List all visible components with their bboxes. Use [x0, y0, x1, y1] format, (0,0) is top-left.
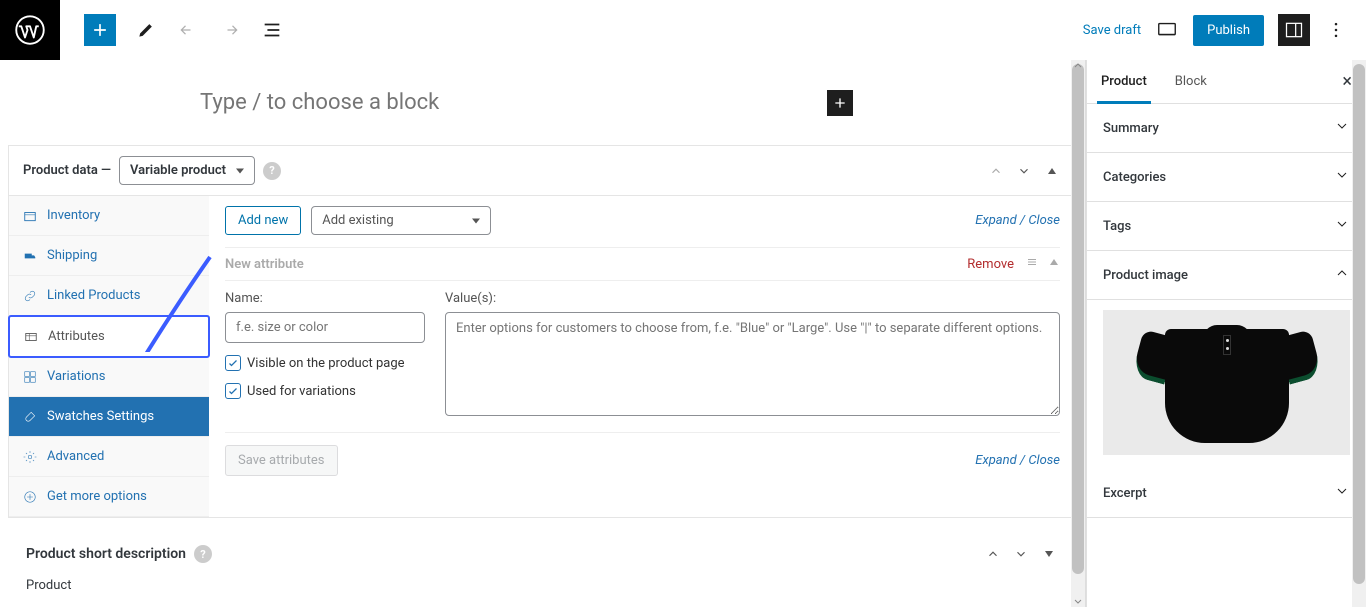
metabox-toggle-icon[interactable]: [1039, 544, 1059, 564]
polo-shirt-image: [1137, 323, 1317, 443]
chevron-up-icon: [1334, 265, 1350, 285]
metabox-down-icon[interactable]: [1014, 161, 1034, 181]
new-attribute-title: New attribute: [225, 257, 304, 272]
chevron-down-icon: [1334, 118, 1350, 138]
inventory-icon: [23, 209, 37, 223]
redo-icon[interactable]: [218, 18, 242, 42]
attributes-panel: Add new Add existing Expand / Close New …: [209, 196, 1076, 517]
expand-close-link-top[interactable]: Expand / Close: [975, 213, 1060, 228]
visible-checkbox-row[interactable]: Visible on the product page: [225, 355, 425, 371]
metabox-up-icon[interactable]: [983, 544, 1003, 564]
variations-icon: [23, 370, 37, 384]
attribute-name-input[interactable]: [225, 312, 425, 343]
preview-icon[interactable]: [1155, 18, 1179, 42]
metabox-up-icon[interactable]: [986, 161, 1006, 181]
tab-swatches-settings[interactable]: Swatches Settings: [9, 397, 209, 437]
attribute-values-textarea[interactable]: [445, 312, 1060, 416]
tab-attributes[interactable]: Attributes: [8, 315, 210, 358]
sidebar-section-summary[interactable]: Summary: [1087, 104, 1366, 153]
sidebar-section-excerpt[interactable]: Excerpt: [1087, 469, 1366, 518]
new-attribute-header[interactable]: New attribute Remove: [225, 247, 1060, 280]
product-data-header: Product data — Variable product ?: [9, 146, 1076, 196]
tab-advanced[interactable]: Advanced: [9, 437, 209, 477]
swatches-icon: [23, 410, 37, 424]
settings-sidebar: Product Block × Summary Categories Tags …: [1086, 60, 1366, 607]
help-icon[interactable]: ?: [263, 162, 281, 180]
block-placeholder-text: Type / to choose a block: [200, 90, 439, 115]
save-draft-link[interactable]: Save draft: [1083, 23, 1141, 38]
collapse-icon[interactable]: [1048, 256, 1060, 272]
product-type-select[interactable]: Variable product: [119, 156, 255, 185]
product-image-thumbnail[interactable]: [1103, 310, 1350, 455]
remove-attribute-link[interactable]: Remove: [967, 257, 1014, 272]
name-label: Name:: [225, 291, 425, 306]
undo-icon[interactable]: [176, 18, 200, 42]
edit-icon[interactable]: [134, 18, 158, 42]
short-description-title: Product short description: [26, 546, 186, 562]
toolbar-right: Save draft Publish: [1083, 14, 1366, 46]
editor-area: Type / to choose a block Product data — …: [0, 60, 1086, 607]
page-scrollbar[interactable]: [1352, 60, 1366, 607]
sidebar-section-categories[interactable]: Categories: [1087, 153, 1366, 202]
add-new-attribute-button[interactable]: Add new: [225, 206, 301, 235]
save-attributes-button[interactable]: Save attributes: [225, 445, 338, 476]
shipping-icon: [23, 249, 37, 263]
chevron-down-icon: [1334, 167, 1350, 187]
add-block-button[interactable]: [84, 14, 116, 46]
toolbar-left: [60, 14, 284, 46]
metabox-toggle-icon[interactable]: [1042, 161, 1062, 181]
product-data-tabs: Inventory Shipping Linked Products Attri…: [9, 196, 209, 517]
used-for-variations-checkbox-row[interactable]: Used for variations: [225, 383, 425, 399]
short-description-header: Product short description ?: [8, 530, 1077, 578]
settings-panel-button[interactable]: [1278, 14, 1310, 46]
checkbox-checked-icon: [225, 355, 241, 371]
sidebar-section-product-image[interactable]: Product image: [1087, 251, 1366, 300]
product-data-label: Product data —: [23, 163, 111, 178]
add-existing-select[interactable]: Add existing: [311, 206, 491, 235]
chevron-down-icon: [1334, 216, 1350, 236]
sidebar-tab-block[interactable]: Block: [1161, 60, 1221, 103]
gear-icon: [23, 450, 37, 464]
tab-shipping[interactable]: Shipping: [9, 236, 209, 276]
publish-button[interactable]: Publish: [1193, 15, 1264, 46]
attributes-icon: [24, 330, 38, 344]
wordpress-logo[interactable]: [0, 0, 60, 60]
checkbox-checked-icon: [225, 383, 241, 399]
tab-variations[interactable]: Variations: [9, 357, 209, 397]
sidebar-section-tags: Tags: [1087, 202, 1366, 251]
close-sidebar-icon[interactable]: ×: [1342, 71, 1352, 92]
document-outline-icon[interactable]: [260, 18, 284, 42]
sidebar-tabs: Product Block ×: [1087, 60, 1366, 104]
top-toolbar: Save draft Publish: [0, 0, 1366, 60]
expand-close-link-bottom[interactable]: Expand / Close: [975, 453, 1060, 468]
chevron-down-icon: [1334, 483, 1350, 503]
metabox-down-icon[interactable]: [1011, 544, 1031, 564]
help-icon[interactable]: ?: [194, 545, 212, 563]
sidebar-tab-product[interactable]: Product: [1087, 60, 1161, 103]
tab-get-more-options[interactable]: Get more options: [9, 477, 209, 517]
product-data-metabox: Product data — Variable product ? Invent…: [8, 145, 1077, 518]
values-label: Value(s):: [445, 291, 1060, 306]
inline-add-block-button[interactable]: [827, 90, 853, 116]
tab-inventory[interactable]: Inventory: [9, 196, 209, 236]
tab-linked-products[interactable]: Linked Products: [9, 276, 209, 316]
reorder-icon[interactable]: [1026, 256, 1038, 272]
more-icon: [23, 490, 37, 504]
product-footer-text: Product: [8, 578, 1085, 605]
block-inserter-row[interactable]: Type / to choose a block: [0, 60, 1085, 145]
more-options-icon[interactable]: [1324, 18, 1348, 42]
link-icon: [23, 289, 37, 303]
